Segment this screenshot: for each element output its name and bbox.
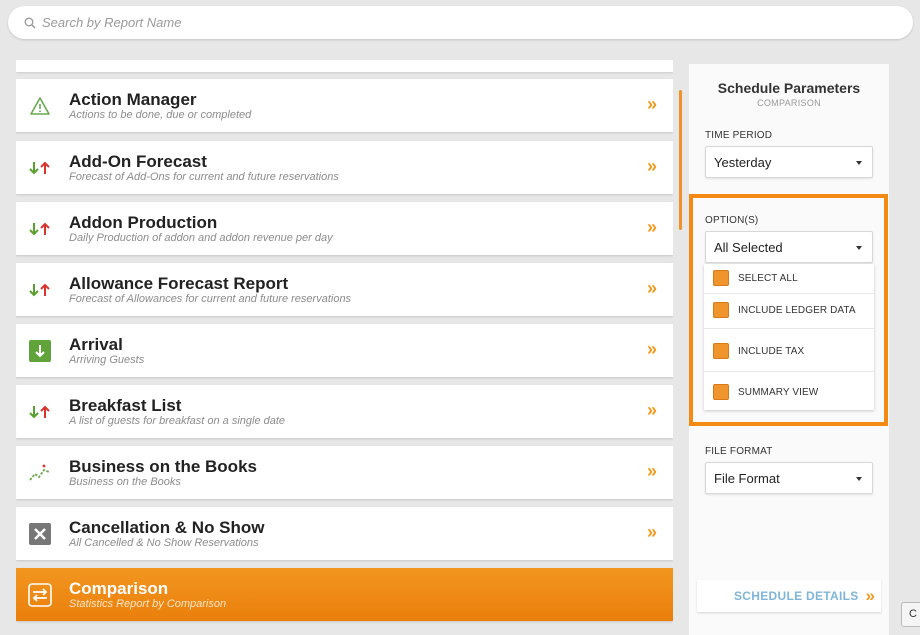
chevron-right-icon[interactable]: » [647,94,657,115]
report-title: Action Manager [69,90,197,109]
report-item-action-manager[interactable]: Action Manager Actions to be done, due o… [16,79,673,132]
divider [704,371,874,372]
chevron-right-icon: » [865,586,876,605]
report-item-addon-production[interactable]: Addon Production Daily Production of add… [16,202,673,255]
chevron-right-icon[interactable]: » [647,156,657,177]
time-period-label: TIME PERIOD [705,130,773,141]
report-description: Forecast of Add-Ons for current and futu… [69,171,339,183]
trend-chart-icon [28,461,52,485]
search-input[interactable] [42,15,642,30]
panel-subtitle: COMPARISON [757,98,821,108]
report-item-allowance-forecast[interactable]: Allowance Forecast Report Forecast of Al… [16,263,673,316]
report-description: Business on the Books [69,476,181,488]
checkbox[interactable] [713,343,729,359]
file-format-select[interactable]: File Format [705,462,873,494]
option-summary-view[interactable]: SUMMARY VIEW [704,384,874,400]
schedule-details-label: SCHEDULE DETAILS [734,589,859,603]
option-include-tax[interactable]: INCLUDE TAX [704,343,874,359]
list-item-partial [16,60,673,72]
up-down-arrows-icon [28,156,52,180]
report-description: A list of guests for breakfast on a sing… [69,415,286,427]
time-period-select[interactable]: Yesterday [705,146,873,178]
chevron-right-icon[interactable]: » [647,522,657,543]
report-item-add-on-forecast[interactable]: Add-On Forecast Forecast of Add-Ons for … [16,141,673,194]
checkbox[interactable] [713,384,729,400]
report-description: All Cancelled & No Show Reservations [69,537,259,549]
checkbox[interactable] [713,302,729,318]
cancel-x-icon [28,522,52,546]
chevron-right-icon[interactable]: » [647,461,657,482]
file-format-label: FILE FORMAT [705,446,773,457]
divider [704,293,874,294]
report-item-cancellation-no-show[interactable]: Cancellation & No Show All Cancelled & N… [16,507,673,560]
divider [704,328,874,329]
report-item-business-on-the-books[interactable]: Business on the Books Business on the Bo… [16,446,673,499]
file-format-value: File Format [714,470,780,486]
report-item-arrival[interactable]: Arrival Arriving Guests » [16,324,673,377]
option-label: SUMMARY VIEW [738,386,819,398]
option-label: INCLUDE LEDGER DATA [738,304,856,316]
caret-down-icon [856,477,862,481]
chevron-right-icon[interactable]: » [647,278,657,299]
up-down-arrows-icon [28,400,52,424]
report-item-comparison[interactable]: Comparison Statistics Report by Comparis… [16,568,673,621]
report-description: Forecast of Allowances for current and f… [69,293,352,305]
search-icon [24,17,36,29]
report-title: Allowance Forecast Report [69,274,289,293]
report-title: Business on the Books [69,457,257,476]
report-list: Action Manager Actions to be done, due o… [16,60,673,635]
report-title: Add-On Forecast [69,152,207,171]
report-title: Comparison [69,579,169,598]
report-title: Cancellation & No Show [69,518,265,537]
warning-triangle-icon [28,94,52,118]
chevron-right-icon[interactable]: » [647,400,657,421]
schedule-details-button[interactable]: SCHEDULE DETAILS » [697,580,881,612]
edge-button[interactable]: C [901,602,920,627]
report-description: Actions to be done, due or completed [69,109,252,121]
option-label: SELECT ALL [738,272,798,284]
time-period-value: Yesterday [714,154,772,170]
up-down-arrows-icon [28,217,52,241]
report-description: Arriving Guests [69,354,145,366]
option-label: INCLUDE TAX [738,345,805,357]
checkbox[interactable] [713,270,729,286]
report-description: Statistics Report by Comparison [69,598,227,610]
report-item-breakfast-list[interactable]: Breakfast List A list of guests for brea… [16,385,673,438]
scrollbar-thumb[interactable] [679,90,682,230]
swap-arrows-icon [28,583,52,607]
report-description: Daily Production of addon and addon reve… [69,232,333,244]
report-title: Arrival [69,335,123,354]
arrival-down-arrow-icon [28,339,52,363]
chevron-right-icon[interactable]: » [647,339,657,360]
up-down-arrows-icon [28,278,52,302]
chevron-right-icon[interactable]: » [647,217,657,238]
search-bar[interactable] [8,6,913,39]
option-include-ledger-data[interactable]: INCLUDE LEDGER DATA [704,302,874,318]
option-select-all[interactable]: SELECT ALL [704,270,874,286]
panel-title: Schedule Parameters [717,80,861,96]
report-title: Breakfast List [69,396,182,415]
report-title: Addon Production [69,213,218,232]
options-dropdown-list: SELECT ALL INCLUDE LEDGER DATA INCLUDE T… [704,264,874,410]
caret-down-icon [856,161,862,165]
